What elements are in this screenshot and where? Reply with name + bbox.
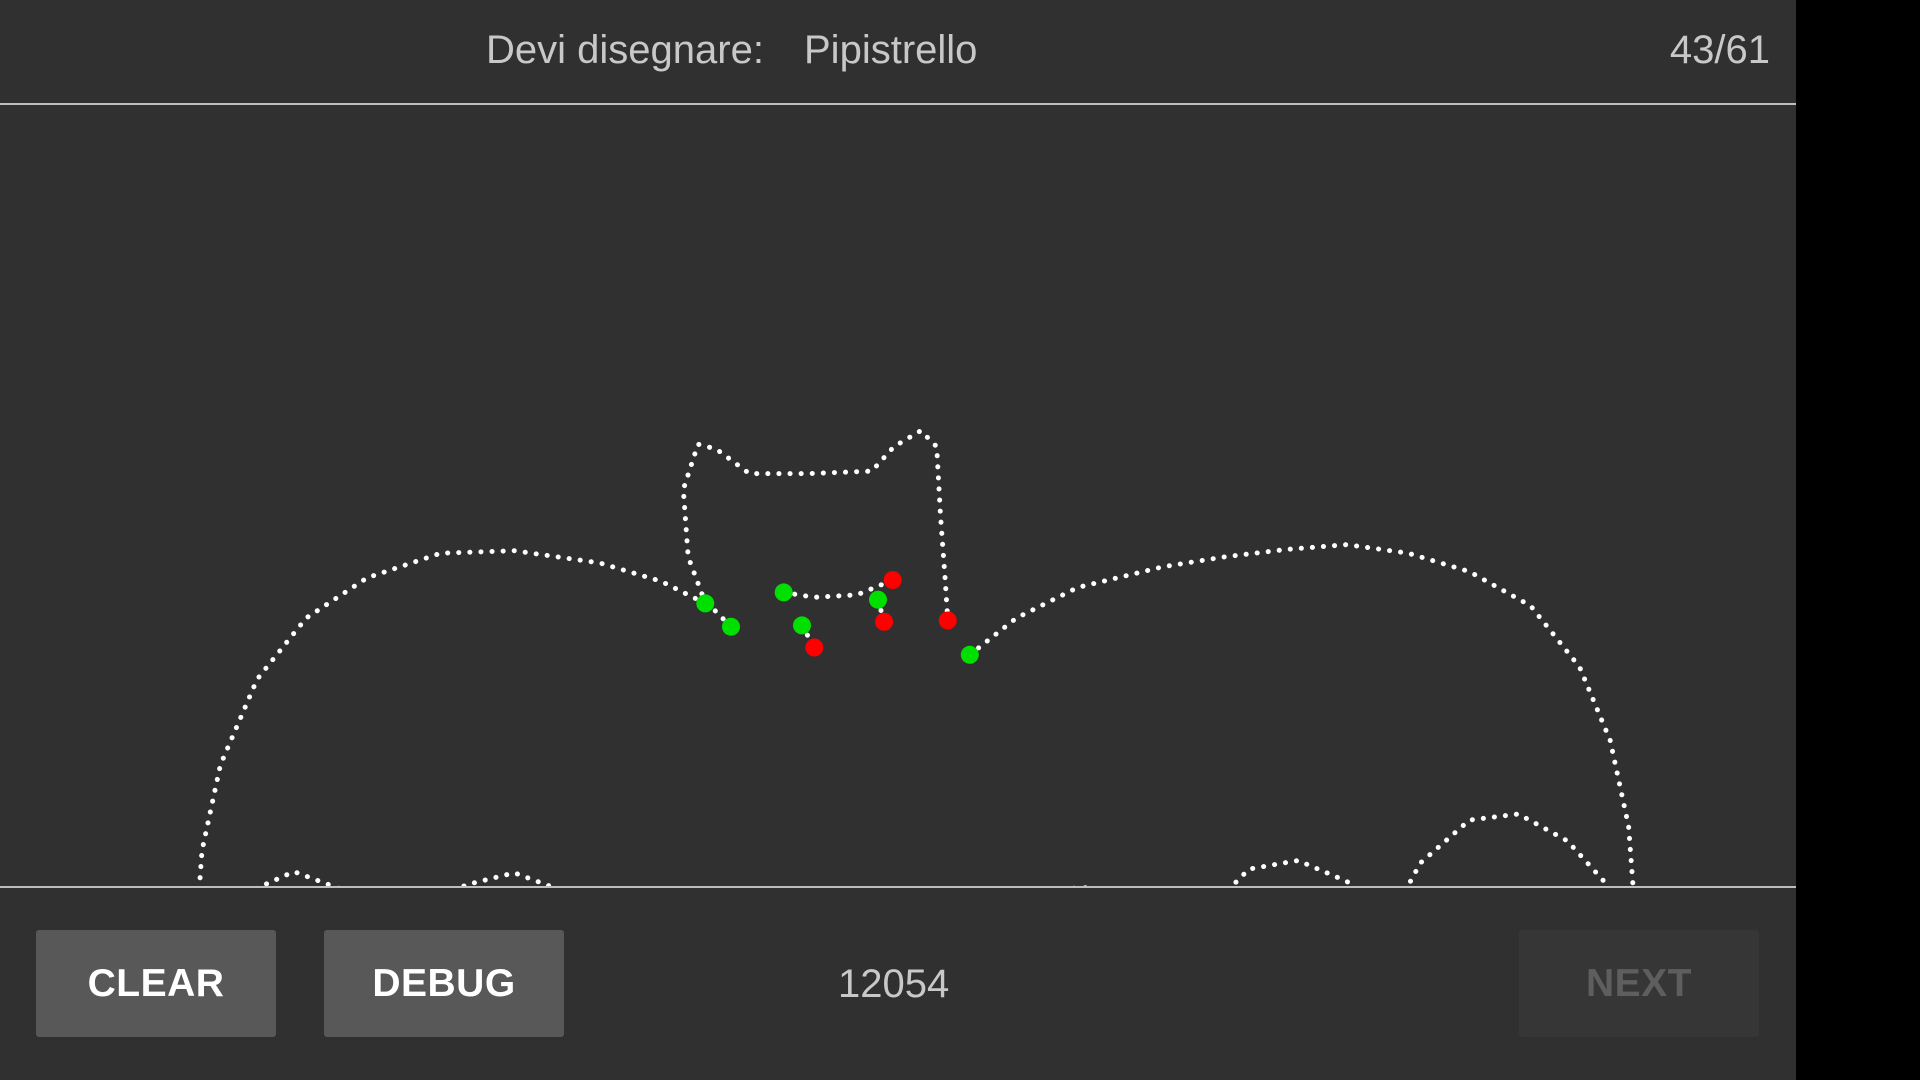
stroke-start-marker [960, 645, 979, 664]
app-screen: Devi disegnare: Pipistrello 43/61 CLEAR … [0, 0, 1796, 1080]
debug-button[interactable]: DEBUG [324, 930, 564, 1037]
prompt-label: Devi disegnare: [486, 28, 764, 72]
stroke-end-marker [938, 611, 957, 630]
stroke-end-marker [875, 612, 894, 631]
stroke-start-marker [869, 590, 887, 609]
stroke-start-marker [696, 594, 715, 613]
stroke-start-marker [793, 616, 811, 635]
stroke-start-marker [774, 583, 793, 602]
left-wing-top-stroke [196, 548, 708, 886]
clear-button[interactable]: CLEAR [36, 930, 276, 1037]
right-wing-stroke [967, 542, 1636, 886]
stroke-end-marker [883, 571, 902, 590]
navigation-bar-edge [1796, 0, 1920, 1080]
bat-drawing [196, 428, 1636, 886]
footer-divider [0, 886, 1796, 888]
stroke-end-marker [805, 638, 824, 657]
header-bar: Devi disegnare: Pipistrello 43/61 [0, 0, 1796, 105]
prompt-word: Pipistrello [804, 28, 978, 72]
score-value: 12054 [838, 962, 950, 1006]
next-button[interactable]: NEXT [1519, 930, 1759, 1037]
drawing-canvas[interactable] [0, 107, 1796, 886]
body-bottom-stroke [1069, 811, 1611, 886]
progress-counter: 43/61 [1669, 28, 1770, 72]
left-wing-edge-stroke [255, 869, 557, 886]
stroke-start-marker [722, 617, 740, 636]
